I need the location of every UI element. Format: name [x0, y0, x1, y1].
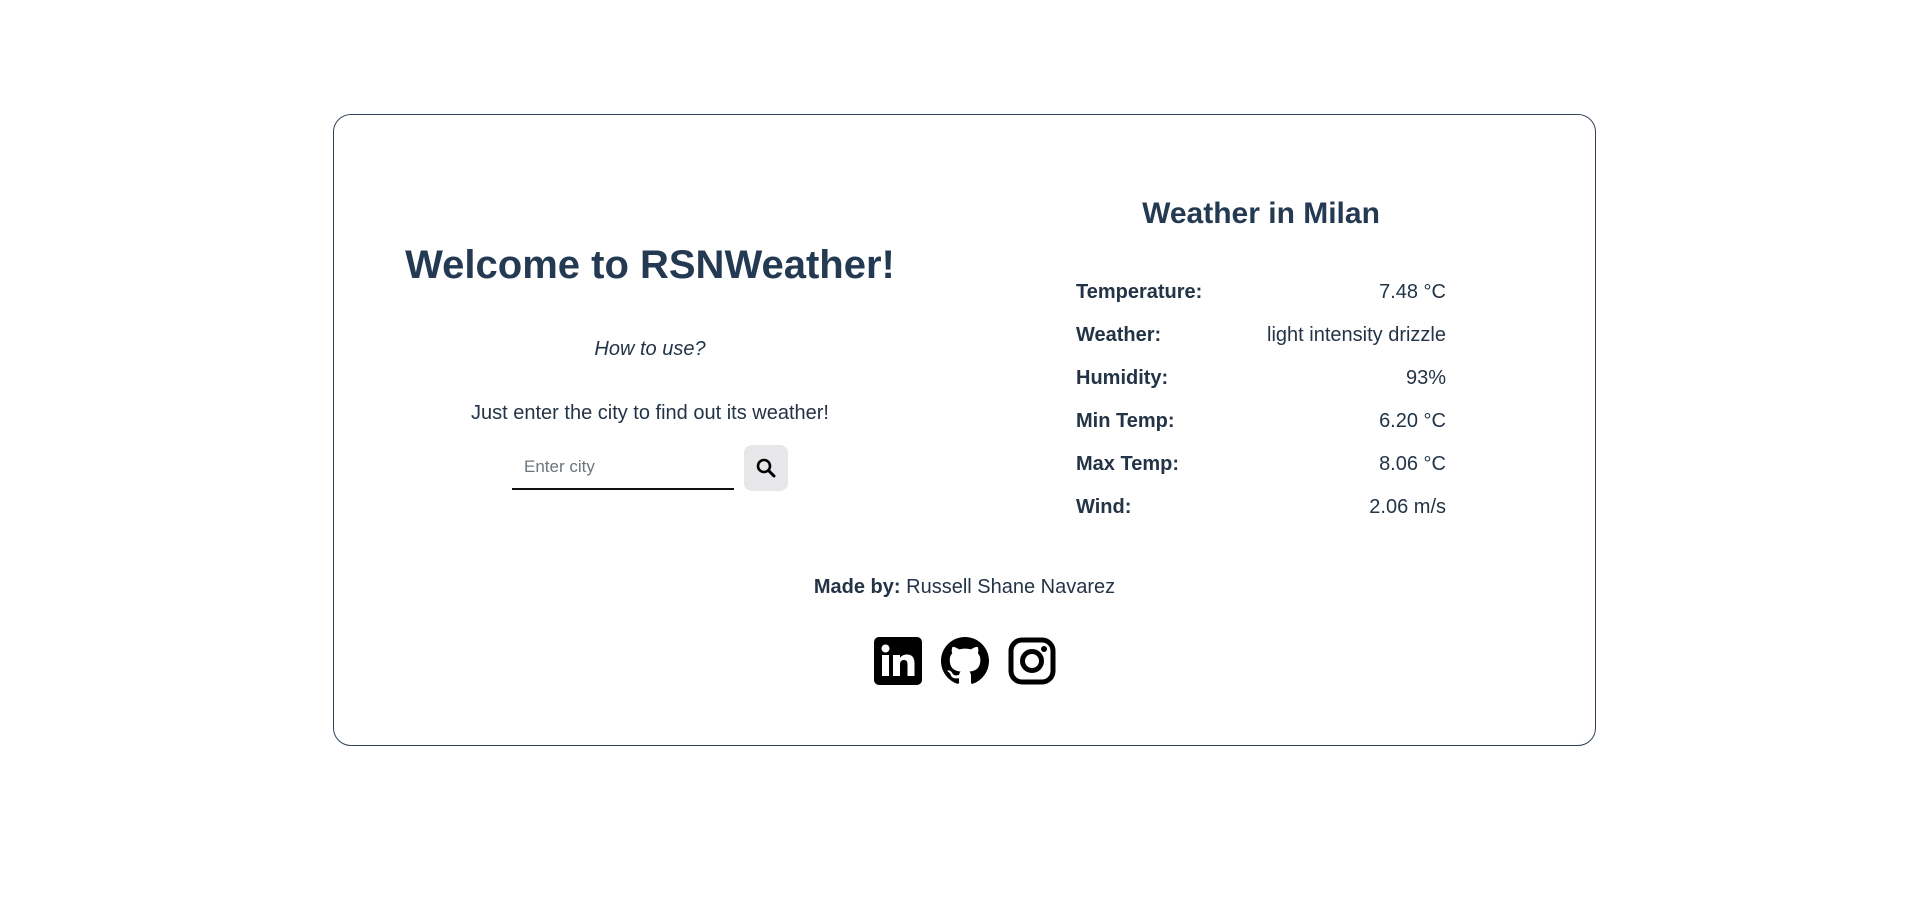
author-name: Russell Shane Navarez	[906, 576, 1116, 598]
stat-row-max-temp: Max Temp: 8.06 °C	[1076, 443, 1446, 486]
stat-row-wind: Wind: 2.06 m/s	[1076, 486, 1446, 529]
stat-value: 7.48 °C	[1379, 281, 1446, 303]
linkedin-link[interactable]	[873, 637, 922, 685]
stat-row-weather: Weather: light intensity drizzle	[1076, 314, 1446, 357]
stat-label: Humidity:	[1076, 367, 1169, 389]
stat-value: 6.20 °C	[1379, 410, 1446, 432]
github-link[interactable]	[940, 637, 989, 685]
made-by-credit: Made by: Russell Shane Navarez	[334, 576, 1595, 599]
stat-value: 93%	[1405, 367, 1446, 389]
city-search-input[interactable]	[512, 446, 734, 490]
stat-value: 8.06 °C	[1379, 453, 1446, 475]
search-button[interactable]	[744, 445, 788, 491]
stat-row-temperature: Temperature: 7.48 °C	[1076, 271, 1446, 314]
linkedin-icon	[873, 637, 922, 685]
how-to-heading: How to use?	[594, 338, 706, 360]
stat-label: Wind:	[1076, 496, 1132, 518]
weather-title: Weather in Milan	[1142, 197, 1380, 230]
stat-value: light intensity drizzle	[1267, 324, 1446, 346]
instagram-link[interactable]	[1008, 637, 1056, 685]
weather-stats: Temperature: 7.48 °C Weather: light inte…	[1076, 271, 1446, 529]
made-by-label: Made by:	[813, 576, 901, 598]
github-icon	[940, 637, 989, 684]
stat-row-min-temp: Min Temp: 6.20 °C	[1076, 400, 1446, 443]
stat-label: Max Temp:	[1076, 453, 1179, 475]
stat-row-humidity: Humidity: 93%	[1076, 357, 1446, 400]
page-title: Welcome to RSNWeather!	[405, 243, 895, 287]
main-card: Welcome to RSNWeather! How to use? Just …	[333, 114, 1596, 746]
instagram-icon	[1008, 637, 1055, 685]
stat-label: Weather:	[1076, 324, 1162, 346]
instructions-text: Just enter the city to find out its weat…	[471, 402, 829, 424]
social-links	[334, 637, 1595, 685]
stat-value: 2.06 m/s	[1369, 496, 1446, 518]
stat-label: Temperature:	[1076, 281, 1203, 303]
search-form	[392, 445, 908, 491]
search-icon	[756, 458, 776, 478]
stat-label: Min Temp:	[1076, 410, 1175, 432]
